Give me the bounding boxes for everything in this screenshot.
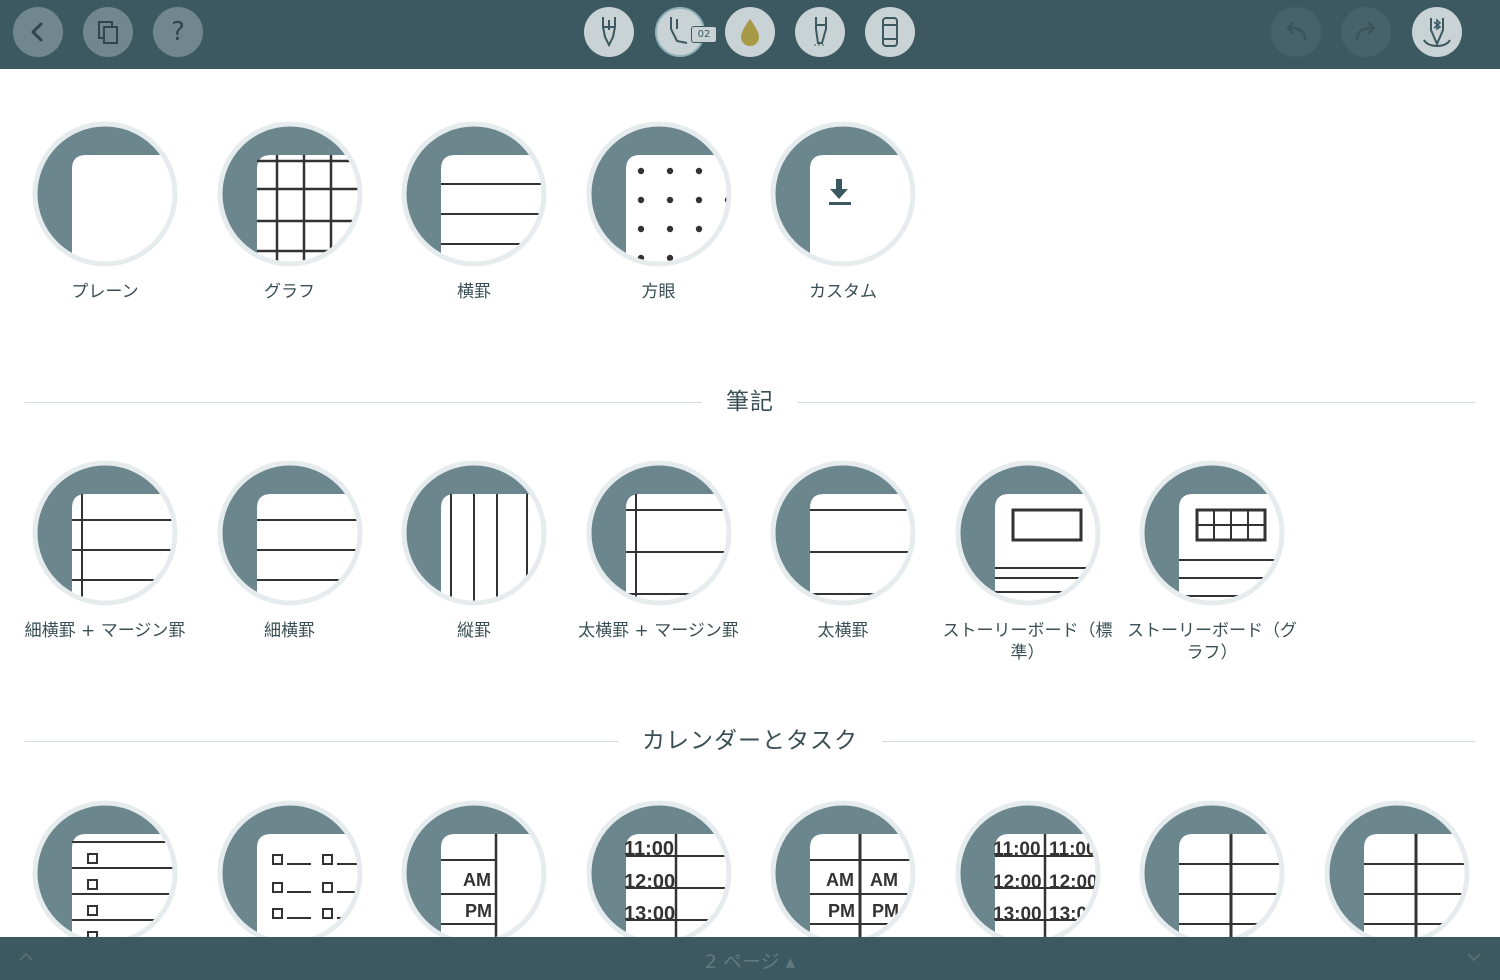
chevron-down-icon[interactable] <box>1466 951 1482 963</box>
template-column-rule[interactable] <box>1120 800 1304 946</box>
template-label: 太横罫 <box>817 621 869 641</box>
template-label: 太横罫 + マージン罫 <box>578 621 739 641</box>
svg-text:AM: AM <box>463 870 491 890</box>
template-thumbnail: AM AMPM PM <box>770 800 916 946</box>
template-wide[interactable]: 太横罫 <box>751 460 935 642</box>
template-thumbnail <box>217 121 362 267</box>
back-button[interactable] <box>13 7 63 57</box>
template-thumbnail: AM PM <box>401 800 547 946</box>
back-icon <box>31 22 43 42</box>
template-label: カスタム <box>809 282 877 302</box>
copy-button[interactable] <box>83 7 133 57</box>
template-storyboard[interactable]: ストーリーボード（標準） <box>936 460 1120 664</box>
template-checklist-two-col[interactable] <box>198 800 382 946</box>
svg-text:AM: AM <box>826 870 854 890</box>
svg-text:12:00: 12:00 <box>993 872 1042 893</box>
pencil-tool-button[interactable] <box>795 7 845 57</box>
template-hours[interactable]: 11:00 12:00 13:00 <box>567 800 751 946</box>
template-thumbnail <box>955 460 1100 606</box>
template-ruled[interactable]: 横罫 <box>382 121 566 303</box>
template-thumbnail <box>32 121 178 267</box>
template-thumbnail <box>217 800 362 946</box>
svg-text:AM: AM <box>870 870 898 890</box>
template-narrow[interactable]: 細横罫 <box>198 460 382 642</box>
template-thumbnail <box>401 121 547 267</box>
top-toolbar: ? 02 <box>0 0 1500 69</box>
page-indicator[interactable]: 2 ページ ▴ <box>0 947 1500 974</box>
redo-button[interactable] <box>1341 7 1391 57</box>
template-dots[interactable]: 方眼 <box>567 121 751 303</box>
template-column-rule-left[interactable] <box>1305 800 1489 946</box>
template-label: 横罫 <box>457 282 491 302</box>
pencil-icon <box>814 17 827 46</box>
template-thumbnail: 11:00 12:00 13:00 <box>586 800 731 946</box>
svg-text:11:00: 11:00 <box>624 838 674 860</box>
bluetooth-pen-icon <box>1423 18 1451 47</box>
template-label: 細横罫 + マージン罫 <box>24 621 186 641</box>
template-thumbnail <box>586 460 731 606</box>
template-graph[interactable]: グラフ <box>198 121 382 303</box>
eraser-icon <box>882 17 898 47</box>
svg-text:PM: PM <box>828 901 855 921</box>
section-notes-header: 筆記 <box>25 382 1475 422</box>
svg-text:12:00: 12:00 <box>1049 872 1098 893</box>
pen-icon <box>602 17 616 48</box>
template-thumbnail <box>1139 800 1285 946</box>
template-label: 方眼 <box>641 282 676 302</box>
ink-color-button[interactable] <box>725 7 775 57</box>
pen-size-tool-button[interactable]: 02 <box>655 7 717 57</box>
template-thumbnail <box>217 460 362 606</box>
help-icon: ? <box>171 17 185 47</box>
undo-button[interactable] <box>1271 7 1321 57</box>
template-thumbnail: 11:00 11:0012:00 12:0013:00 13:00 <box>955 800 1100 946</box>
svg-text:13:00: 13:00 <box>993 904 1042 925</box>
template-thumbnail <box>32 800 178 946</box>
template-custom[interactable]: カスタム <box>751 121 935 303</box>
bluetooth-pen-button[interactable] <box>1412 7 1462 57</box>
template-thumbnail <box>32 460 178 606</box>
undo-icon <box>1286 21 1307 41</box>
template-am-pm[interactable]: AM PM <box>382 800 566 946</box>
ink-color-icon <box>741 19 759 46</box>
svg-text:PM: PM <box>465 901 492 921</box>
template-thumbnail <box>1139 460 1285 606</box>
template-label: 細横罫 <box>264 621 315 641</box>
template-plain[interactable]: プレーン <box>13 121 197 303</box>
template-storyboard-graph[interactable]: ストーリーボード（グラフ） <box>1120 460 1304 664</box>
section-calendar-header: カレンダーとタスク <box>25 721 1475 761</box>
svg-text:13:00: 13:00 <box>624 903 675 925</box>
pen-tool-button[interactable] <box>584 7 634 57</box>
template-thumbnail <box>770 121 916 267</box>
template-vertical[interactable]: 縦罫 <box>382 460 566 642</box>
template-thumbnail <box>586 121 731 267</box>
svg-text:12:00: 12:00 <box>624 871 675 893</box>
pen-size-badge: 02 <box>691 26 717 43</box>
template-label: ストーリーボード（グラフ） <box>1127 621 1297 663</box>
svg-text:11:00: 11:00 <box>993 839 1041 860</box>
template-label: グラフ <box>264 282 315 302</box>
help-button[interactable]: ? <box>153 7 203 57</box>
section-notes-title: 筆記 <box>702 389 798 415</box>
template-am-pm-two[interactable]: AM AM PM PM <box>751 800 935 946</box>
template-thumbnail <box>1324 800 1469 946</box>
section-calendar-title: カレンダーとタスク <box>618 728 882 754</box>
template-label: 縦罫 <box>457 621 491 641</box>
template-hours-two[interactable]: 11:00 11:00 12:00 12:00 13:00 13:00 <box>936 800 1120 946</box>
page-bar: 2 ページ ▴ <box>0 937 1500 980</box>
template-label: ストーリーボード（標準） <box>942 621 1113 663</box>
template-narrow-margin[interactable]: 細横罫 + マージン罫 <box>13 460 197 642</box>
redo-icon <box>1355 21 1376 41</box>
template-checklist[interactable] <box>13 800 197 946</box>
template-thumbnail <box>401 460 547 606</box>
template-label: プレーン <box>71 282 139 302</box>
template-thumbnail <box>770 460 916 606</box>
template-wide-margin[interactable]: 太横罫 + マージン罫 <box>567 460 751 642</box>
copy-icon <box>98 21 118 44</box>
eraser-tool-button[interactable] <box>865 7 915 57</box>
